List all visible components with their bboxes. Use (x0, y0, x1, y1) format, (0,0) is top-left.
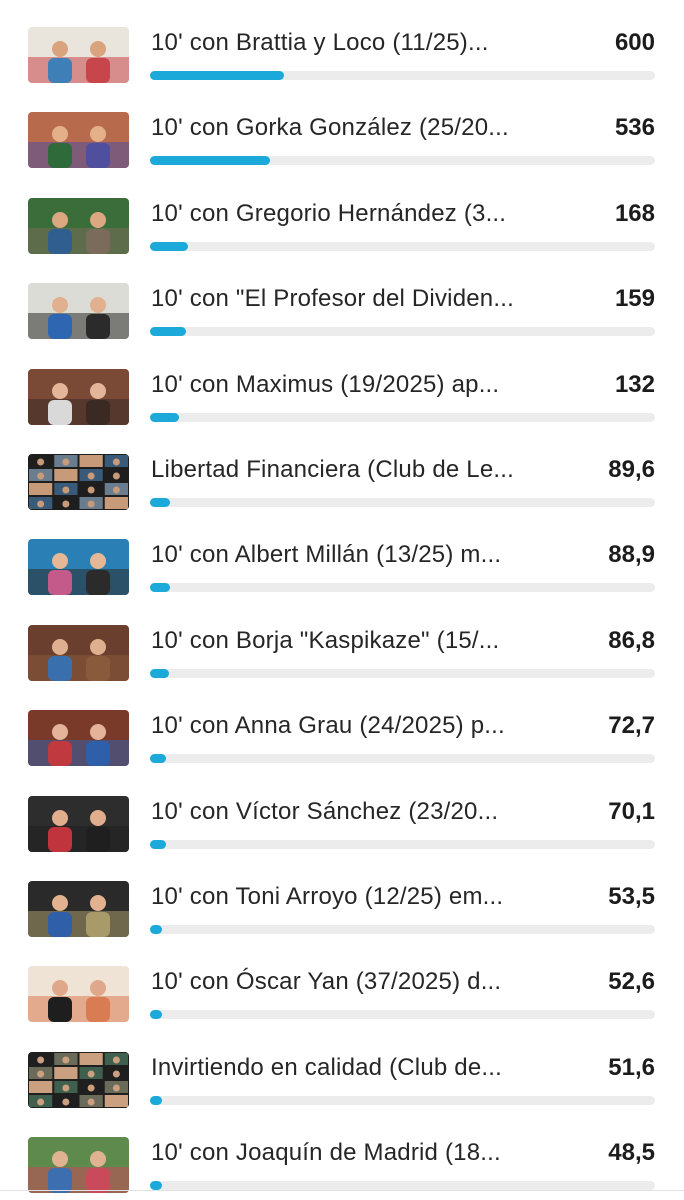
item-value: 600 (614, 29, 655, 56)
progress-track (150, 412, 655, 422)
progress-track (150, 754, 655, 764)
item-value: 48,5 (608, 1139, 655, 1167)
progress-fill (150, 412, 179, 422)
item-title[interactable]: 10' con Víctor Sánchez (23/20... (151, 797, 553, 827)
list-item[interactable]: 10' con Óscar Yan (37/2025) d... 52,6 (0, 966, 684, 1051)
progress-track (150, 1010, 655, 1020)
list-item[interactable]: Invirtiendo en calidad (Club de... 51,6 (0, 1051, 684, 1137)
progress-track (150, 71, 655, 80)
list-item[interactable]: 10' con Víctor Sánchez (23/20... 70,1 (0, 795, 684, 881)
progress-track (150, 498, 655, 507)
progress-fill (150, 583, 170, 593)
video-thumbnail-icon[interactable] (28, 881, 129, 937)
video-ranking-list: 10' con Brattia y Loco (11/25)... 600 10'… (0, 0, 684, 1200)
progress-fill (150, 156, 270, 166)
video-thumbnail-icon[interactable] (28, 795, 129, 852)
item-value: 51,6 (608, 1053, 655, 1081)
item-value: 70,1 (608, 797, 655, 825)
video-thumbnail-icon[interactable] (28, 27, 129, 83)
item-title[interactable]: Invirtiendo en calidad (Club de... (151, 1053, 553, 1083)
progress-fill (150, 925, 162, 934)
item-title[interactable]: 10' con Joaquín de Madrid (18... (151, 1138, 553, 1168)
item-title[interactable]: 10' con Gregorio Hernández (3... (151, 199, 553, 229)
item-title[interactable]: 10' con Óscar Yan (37/2025) d... (151, 967, 553, 997)
progress-track (150, 668, 655, 678)
progress-track (150, 925, 655, 934)
progress-track (150, 839, 655, 849)
list-item[interactable]: 10' con Borja "Kaspikaze" (15/... 86,8 (0, 624, 684, 710)
progress-fill (150, 1010, 162, 1020)
video-thumbnail-icon[interactable] (28, 624, 129, 681)
item-value: 132 (614, 370, 655, 398)
video-thumbnail-icon[interactable] (28, 197, 129, 254)
video-thumbnail-icon[interactable] (28, 966, 129, 1023)
progress-fill (150, 1181, 162, 1191)
item-title[interactable]: 10' con "El Profesor del Dividen... (151, 284, 553, 314)
item-title[interactable]: 10' con Anna Grau (24/2025) p... (151, 711, 553, 741)
video-thumbnail-icon[interactable] (28, 112, 129, 169)
progress-fill (150, 839, 166, 849)
list-item[interactable]: 10' con Anna Grau (24/2025) p... 72,7 (0, 710, 684, 795)
list-item[interactable]: 10' con "El Profesor del Dividen... 159 (0, 283, 684, 368)
item-value: 72,7 (608, 712, 655, 740)
item-value: 168 (614, 199, 655, 227)
progress-track (150, 1095, 655, 1105)
progress-track (150, 327, 655, 337)
video-thumbnail-icon[interactable] (28, 710, 129, 767)
item-value: 89,6 (608, 456, 655, 483)
list-item[interactable]: Libertad Financiera (Club de Le... 89,6 (0, 454, 684, 539)
list-item[interactable]: 10' con Albert Millán (13/25) m... 88,9 (0, 539, 684, 624)
item-value: 536 (614, 114, 655, 142)
item-value: 86,8 (608, 626, 655, 654)
video-thumbnail-icon[interactable] (28, 1137, 129, 1194)
progress-fill (150, 1095, 162, 1105)
video-thumbnail-icon[interactable] (28, 283, 129, 340)
item-title[interactable]: 10' con Borja "Kaspikaze" (15/... (151, 626, 553, 656)
list-item[interactable]: 10' con Brattia y Loco (11/25)... 600 (0, 27, 684, 112)
progress-track (150, 1181, 655, 1191)
list-item[interactable]: 10' con Maximus (19/2025) ap... 132 (0, 368, 684, 454)
video-grid-thumbnail-icon[interactable] (28, 454, 129, 510)
progress-fill (150, 668, 169, 678)
bottom-divider (0, 1190, 684, 1191)
item-value: 88,9 (608, 541, 655, 569)
item-title[interactable]: 10' con Toni Arroyo (12/25) em... (151, 882, 553, 912)
item-title[interactable]: Libertad Financiera (Club de Le... (151, 455, 553, 485)
progress-fill (150, 754, 166, 764)
progress-fill (150, 327, 186, 337)
progress-fill (150, 71, 284, 80)
item-title[interactable]: 10' con Albert Millán (13/25) m... (151, 540, 553, 570)
list-item[interactable]: 10' con Gorka González (25/20... 536 (0, 112, 684, 197)
progress-fill (150, 498, 170, 507)
item-value: 53,5 (608, 883, 655, 910)
item-title[interactable]: 10' con Gorka González (25/20... (151, 113, 553, 143)
item-title[interactable]: 10' con Maximus (19/2025) ap... (151, 370, 553, 400)
video-thumbnail-icon[interactable] (28, 539, 129, 596)
item-title[interactable]: 10' con Brattia y Loco (11/25)... (151, 28, 553, 58)
video-grid-thumbnail-icon[interactable] (28, 1051, 129, 1108)
list-item[interactable]: 10' con Toni Arroyo (12/25) em... 53,5 (0, 881, 684, 966)
progress-track (150, 583, 655, 593)
progress-track (150, 241, 655, 251)
list-item[interactable]: 10' con Gregorio Hernández (3... 168 (0, 197, 684, 283)
item-value: 52,6 (608, 968, 655, 996)
progress-track (150, 156, 655, 166)
video-thumbnail-icon[interactable] (28, 368, 129, 425)
item-value: 159 (614, 285, 655, 313)
progress-fill (150, 241, 188, 251)
